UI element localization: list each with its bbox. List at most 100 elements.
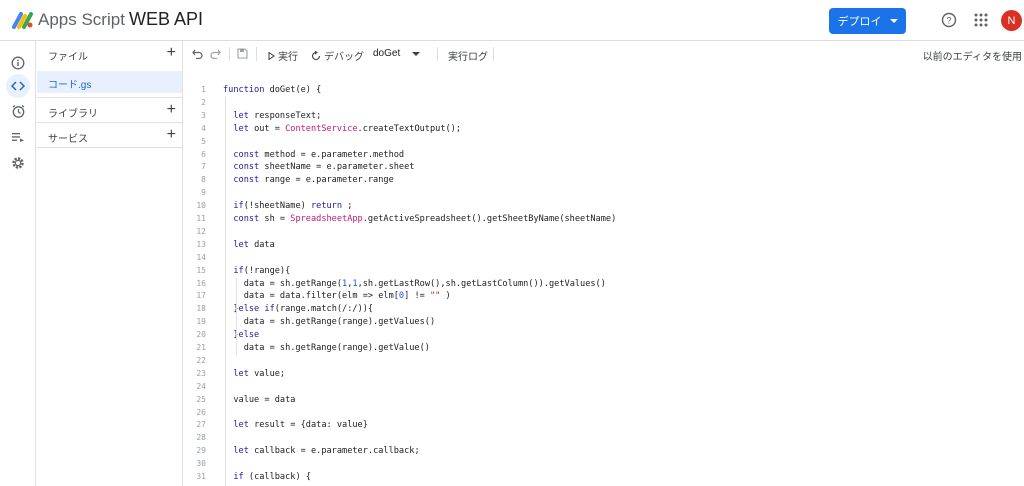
- code-text: data = sh.getRange(1,1,sh.getLastRow(),s…: [223, 278, 606, 289]
- sidebar-divider: [37, 147, 182, 148]
- code-text: let out = ContentService.createTextOutpu…: [233, 123, 462, 134]
- files-section-header: ファイル +: [37, 41, 182, 67]
- chevron-down-icon: [412, 51, 421, 56]
- code-text: data = sh.getRange(range).getValues(): [223, 317, 436, 328]
- line-number: 29: [196, 446, 206, 456]
- legacy-editor-link[interactable]: 以前のエディタを使用: [923, 48, 1022, 63]
- rail-item-editor[interactable]: [6, 74, 30, 98]
- code-text: let result = {data: value}: [233, 420, 368, 431]
- libraries-section: ライブラリ +: [37, 97, 182, 122]
- code-text: if(!sheetName) return ;: [233, 201, 353, 212]
- debug-button[interactable]: デバッグ: [311, 48, 364, 63]
- libraries-label: ライブラリ: [48, 109, 98, 120]
- line-number: 15: [196, 265, 206, 275]
- code-text: let data: [233, 239, 275, 250]
- chevron-down-icon: [889, 19, 898, 23]
- indent-guide: [236, 277, 237, 355]
- toolbar-divider: [493, 47, 494, 61]
- line-number: 14: [196, 252, 206, 262]
- rail-item-settings[interactable]: [6, 151, 30, 175]
- executions-icon: [12, 133, 24, 142]
- add-file-icon[interactable]: +: [167, 45, 176, 61]
- add-library-icon[interactable]: +: [167, 102, 176, 118]
- line-number: 24: [196, 381, 206, 391]
- line-number: 30: [196, 459, 206, 469]
- line-number: 8: [201, 175, 206, 185]
- line-number: 13: [196, 239, 206, 249]
- toolbar-divider: [229, 47, 230, 61]
- function-select[interactable]: doGet: [373, 48, 421, 59]
- code-text: if(!range){: [233, 265, 291, 276]
- line-number: 5: [201, 136, 206, 146]
- run-label: 実行: [278, 52, 298, 63]
- file-item-code-gs[interactable]: コード.gs: [37, 71, 182, 93]
- line-number: 28: [196, 433, 206, 443]
- top-bar: Apps Script WEB API デプロイ ? N: [0, 0, 1024, 41]
- code-text: }else if(range.match(/:/)){: [223, 304, 374, 315]
- add-service-icon[interactable]: +: [167, 127, 176, 143]
- indent-guide: [225, 96, 226, 486]
- code-text: data = data.filter(elm => elm[0] != "" ): [223, 291, 451, 302]
- code-text: const method = e.parameter.method: [233, 149, 405, 160]
- line-number: 2: [201, 97, 206, 107]
- deploy-button-label: デプロイ: [837, 16, 882, 28]
- files-sidebar: ファイル + コード.gs ライブラリ + サービス +: [37, 41, 183, 486]
- settings-icon: [12, 157, 24, 169]
- line-number: 4: [201, 123, 206, 133]
- code-text: const range = e.parameter.range: [233, 175, 394, 186]
- line-number: 17: [196, 291, 206, 301]
- services-label: サービス: [48, 134, 88, 145]
- code-editor[interactable]: 1 function doGet(e) {2 3 let responseText;…: [184, 67, 1024, 486]
- function-select-value: doGet: [373, 48, 401, 59]
- execution-log-button[interactable]: 実行ログ: [448, 48, 488, 63]
- line-number: 18: [196, 304, 206, 314]
- line-number: 6: [201, 149, 206, 159]
- navigation-rail: [0, 41, 36, 486]
- code-text: if (callback) {: [233, 472, 311, 482]
- line-number: 19: [196, 317, 206, 327]
- toolbar-divider: [437, 47, 438, 61]
- code-text: function doGet(e) {: [223, 85, 322, 95]
- rail-item-executions[interactable]: [6, 125, 30, 149]
- project-title[interactable]: WEB API: [129, 9, 203, 30]
- code-text: let responseText;: [233, 110, 322, 121]
- avatar[interactable]: N: [1001, 10, 1022, 31]
- code-text: const sh = SpreadsheetApp.getActiveSprea…: [233, 214, 617, 224]
- files-label: ファイル: [48, 52, 88, 63]
- line-number: 21: [196, 343, 206, 352]
- redo-icon[interactable]: [209, 49, 221, 59]
- toolbar-divider: [256, 47, 257, 61]
- rail-item-overview[interactable]: [6, 51, 30, 75]
- code-text: data = sh.getRange(range).getValue(): [223, 343, 430, 353]
- code-text: let value;: [233, 368, 286, 379]
- line-number: 3: [201, 110, 206, 120]
- debug-label: デバッグ: [324, 52, 364, 63]
- code-icon: [11, 81, 25, 91]
- info-icon: [11, 56, 25, 70]
- code-text: value = data: [223, 394, 296, 405]
- apps-grid-icon[interactable]: [974, 13, 988, 27]
- services-section: サービス +: [37, 122, 182, 147]
- rail-item-triggers[interactable]: [6, 99, 30, 123]
- line-number: 26: [196, 407, 206, 417]
- line-number: 31: [196, 472, 206, 481]
- help-icon[interactable]: ?: [941, 12, 957, 28]
- play-icon: [268, 51, 275, 60]
- line-number: 16: [196, 278, 206, 288]
- line-number: 1: [201, 85, 206, 94]
- run-button[interactable]: 実行: [268, 48, 298, 63]
- apps-script-logo-icon: [12, 12, 33, 29]
- svg-text:?: ?: [946, 16, 951, 26]
- editor-toolbar: 実行 デバッグ doGet 実行ログ 以前のエディタを使用: [184, 41, 1024, 67]
- clock-icon: [12, 104, 24, 118]
- app-name[interactable]: Apps Script: [38, 10, 125, 30]
- line-number: 23: [196, 368, 206, 378]
- deploy-button[interactable]: デプロイ: [829, 8, 906, 34]
- code-text: }else: [223, 330, 260, 341]
- line-number: 25: [196, 394, 206, 404]
- debug-icon: [311, 50, 321, 60]
- undo-icon[interactable]: [192, 49, 204, 59]
- save-icon[interactable]: [237, 48, 248, 59]
- line-number: 22: [196, 355, 206, 365]
- line-number: 12: [196, 226, 206, 236]
